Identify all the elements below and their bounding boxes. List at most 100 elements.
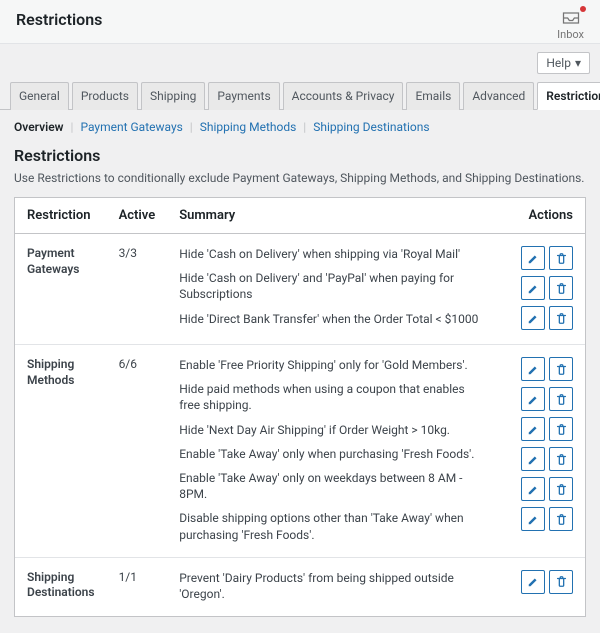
action-group bbox=[507, 570, 573, 594]
restriction-link-payment-gateways[interactable]: PaymentGateways bbox=[15, 234, 107, 344]
rule-text: Hide paid methods when using a coupon th… bbox=[179, 381, 483, 413]
delete-button[interactable] bbox=[549, 306, 573, 330]
subnav-shipping-methods[interactable]: Shipping Methods bbox=[200, 120, 297, 134]
edit-button[interactable] bbox=[521, 357, 545, 381]
separator: | bbox=[190, 120, 193, 134]
page-title: Restrictions bbox=[16, 10, 102, 29]
edit-button[interactable] bbox=[521, 306, 545, 330]
inbox-label: Inbox bbox=[557, 28, 584, 41]
edit-button[interactable] bbox=[521, 477, 545, 501]
trash-icon bbox=[555, 363, 568, 376]
tab-advanced[interactable]: Advanced bbox=[463, 82, 534, 110]
subnav-overview[interactable]: Overview bbox=[14, 120, 64, 134]
col-active: Active bbox=[107, 198, 168, 234]
pencil-icon bbox=[527, 282, 540, 295]
action-group bbox=[507, 447, 573, 471]
tab-payments[interactable]: Payments bbox=[208, 82, 279, 110]
trash-icon bbox=[555, 282, 568, 295]
inbox-icon bbox=[561, 8, 581, 28]
subnav-payment-gateways[interactable]: Payment Gateways bbox=[80, 120, 182, 134]
delete-button[interactable] bbox=[549, 246, 573, 270]
action-group bbox=[507, 357, 573, 381]
rule-text: Hide 'Cash on Delivery' and 'PayPal' whe… bbox=[179, 270, 483, 302]
pencil-icon bbox=[527, 453, 540, 466]
action-group bbox=[507, 246, 573, 270]
tab-general[interactable]: General bbox=[10, 82, 69, 110]
delete-button[interactable] bbox=[549, 387, 573, 411]
rule-text: Enable 'Take Away' only on weekdays betw… bbox=[179, 470, 483, 502]
delete-button[interactable] bbox=[549, 477, 573, 501]
table-row: ShippingMethods6/6 Enable 'Free Priority … bbox=[15, 344, 585, 557]
trash-icon bbox=[555, 423, 568, 436]
tab-products[interactable]: Products bbox=[72, 82, 138, 110]
trash-icon bbox=[555, 453, 568, 466]
col-actions: Actions bbox=[495, 198, 585, 234]
edit-button[interactable] bbox=[521, 447, 545, 471]
actions-cell bbox=[495, 344, 585, 557]
rule-text: Disable shipping options other than 'Tak… bbox=[179, 510, 483, 542]
trash-icon bbox=[555, 513, 568, 526]
section-description: Use Restrictions to conditionally exclud… bbox=[14, 171, 586, 185]
separator: | bbox=[303, 120, 306, 134]
restrictions-table: Restriction Active Summary Actions Payme… bbox=[14, 197, 586, 617]
summary-cell: Enable 'Free Priority Shipping' only for… bbox=[167, 344, 495, 557]
delete-button[interactable] bbox=[549, 570, 573, 594]
edit-button[interactable] bbox=[521, 246, 545, 270]
help-label: Help bbox=[546, 56, 571, 70]
pencil-icon bbox=[527, 423, 540, 436]
active-count: 3/3 bbox=[107, 234, 168, 344]
edit-button[interactable] bbox=[521, 507, 545, 531]
pencil-icon bbox=[527, 252, 540, 265]
pencil-icon bbox=[527, 575, 540, 588]
edit-button[interactable] bbox=[521, 570, 545, 594]
pencil-icon bbox=[527, 483, 540, 496]
col-summary: Summary bbox=[167, 198, 495, 234]
help-button[interactable]: Help ▾ bbox=[537, 52, 590, 74]
pencil-icon bbox=[527, 363, 540, 376]
rule-text: Prevent 'Dairy Products' from being ship… bbox=[179, 570, 483, 602]
edit-button[interactable] bbox=[521, 387, 545, 411]
col-restriction: Restriction bbox=[15, 198, 107, 234]
pencil-icon bbox=[527, 393, 540, 406]
tab-restrictions[interactable]: Restrictions bbox=[537, 82, 600, 110]
trash-icon bbox=[555, 393, 568, 406]
action-group bbox=[507, 477, 573, 501]
edit-button[interactable] bbox=[521, 417, 545, 441]
trash-icon bbox=[555, 252, 568, 265]
summary-cell: Hide 'Cash on Delivery' when shipping vi… bbox=[167, 234, 495, 344]
actions-cell bbox=[495, 234, 585, 344]
rule-text: Enable 'Free Priority Shipping' only for… bbox=[179, 357, 483, 373]
table-row: PaymentGateways3/3 Hide 'Cash on Delivery… bbox=[15, 234, 585, 344]
action-group bbox=[507, 306, 573, 330]
tab-shipping[interactable]: Shipping bbox=[141, 82, 205, 110]
rule-text: Hide 'Next Day Air Shipping' if Order We… bbox=[179, 422, 483, 438]
sub-nav: Overview | Payment Gateways | Shipping M… bbox=[0, 110, 600, 142]
active-count: 6/6 bbox=[107, 344, 168, 557]
action-group bbox=[507, 507, 573, 531]
delete-button[interactable] bbox=[549, 357, 573, 381]
pencil-icon bbox=[527, 513, 540, 526]
delete-button[interactable] bbox=[549, 276, 573, 300]
action-group bbox=[507, 417, 573, 441]
subnav-shipping-destinations[interactable]: Shipping Destinations bbox=[313, 120, 429, 134]
inbox-notification-dot bbox=[580, 6, 586, 12]
tab-emails[interactable]: Emails bbox=[406, 82, 460, 110]
action-group bbox=[507, 387, 573, 411]
trash-icon bbox=[555, 312, 568, 325]
rule-text: Hide 'Cash on Delivery' when shipping vi… bbox=[179, 246, 483, 262]
action-group bbox=[507, 276, 573, 300]
tab-accounts[interactable]: Accounts & Privacy bbox=[283, 82, 404, 110]
inbox-button[interactable]: Inbox bbox=[553, 6, 588, 43]
rule-text: Hide 'Direct Bank Transfer' when the Ord… bbox=[179, 311, 483, 327]
edit-button[interactable] bbox=[521, 276, 545, 300]
delete-button[interactable] bbox=[549, 447, 573, 471]
rule-text: Enable 'Take Away' only when purchasing … bbox=[179, 446, 483, 462]
restriction-link-shipping-methods[interactable]: ShippingMethods bbox=[15, 344, 107, 557]
chevron-down-icon: ▾ bbox=[575, 56, 581, 70]
pencil-icon bbox=[527, 312, 540, 325]
delete-button[interactable] bbox=[549, 417, 573, 441]
trash-icon bbox=[555, 575, 568, 588]
trash-icon bbox=[555, 483, 568, 496]
delete-button[interactable] bbox=[549, 507, 573, 531]
separator: | bbox=[71, 120, 74, 134]
